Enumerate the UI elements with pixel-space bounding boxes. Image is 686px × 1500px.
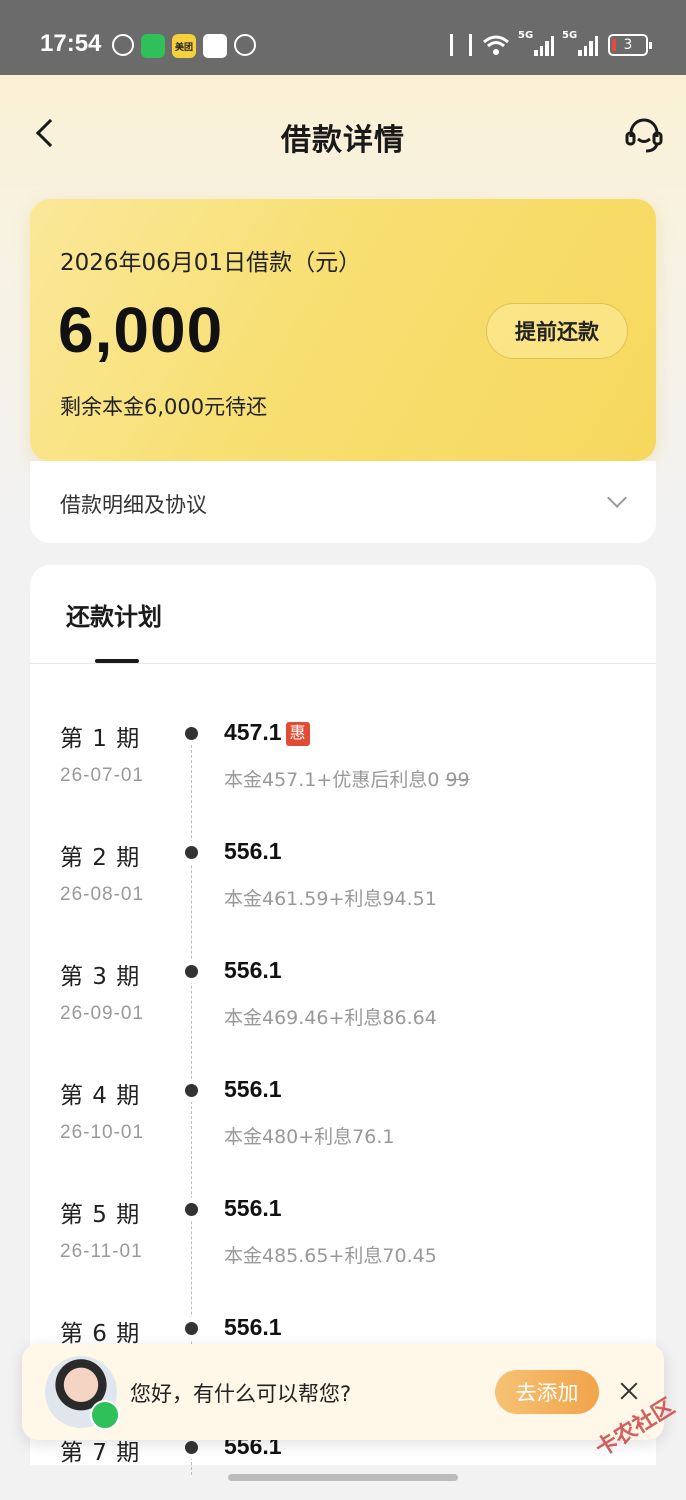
- period-date: 26-11-01: [60, 1241, 143, 1262]
- nav-bar: 借款详情: [0, 75, 686, 195]
- loan-details-label: 借款明细及协议: [60, 493, 207, 517]
- wechat-icon: [90, 1400, 120, 1430]
- loan-date-label: 2026年06月01日借款（元）: [60, 250, 362, 276]
- tab-repayment-plan[interactable]: 还款计划: [66, 597, 162, 632]
- period-amount: 556.1: [224, 838, 282, 864]
- bank-app-icon: [203, 34, 227, 58]
- loan-summary-card: 2026年06月01日借款（元） 6,000 提前还款 剩余本金6,000元待还: [30, 199, 656, 461]
- prepay-button[interactable]: 提前还款: [486, 303, 628, 359]
- add-contact-button[interactable]: 去添加: [495, 1370, 599, 1414]
- period-amount-wrap: 457.1 惠: [224, 719, 310, 746]
- chevron-down-icon: [607, 488, 627, 508]
- period-detail: 本金480+利息76.1: [224, 1126, 395, 1148]
- system-icons: 5G 5G 3: [450, 30, 652, 56]
- period-label: 第 6 期: [60, 1321, 141, 1347]
- loan-amount: 6,000: [58, 294, 224, 366]
- wifi-icon: [483, 35, 509, 55]
- gesture-icon: [234, 34, 256, 56]
- meituan-icon: 美团: [172, 34, 196, 58]
- repayment-period-row[interactable]: 第 1 期 26-07-01 457.1 惠 本金457.1+优惠后利息0 99: [30, 719, 656, 829]
- period-label: 第 4 期: [60, 1083, 141, 1109]
- timeline-dot: [185, 1084, 198, 1097]
- discount-badge: 惠: [285, 722, 310, 746]
- timeline-dot: [185, 1441, 198, 1454]
- period-detail: 本金457.1+优惠后利息0: [224, 769, 440, 791]
- period-date: 26-09-01: [60, 1003, 145, 1024]
- repayment-period-row[interactable]: 第 2 期 26-08-01 556.1 本金461.59+利息94.51: [30, 838, 656, 948]
- period-amount: 556.1: [224, 1195, 282, 1221]
- period-detail: 本金485.65+利息70.45: [224, 1245, 437, 1267]
- period-date: 26-08-01: [60, 884, 145, 905]
- period-label: 第 3 期: [60, 964, 141, 990]
- chat-greeting: 您好，有什么可以帮您?: [130, 1382, 352, 1406]
- period-detail: 本金461.59+利息94.51: [224, 888, 437, 910]
- repayment-period-row[interactable]: 第 5 期 26-11-01 556.1 本金485.65+利息70.45: [30, 1195, 656, 1305]
- period-detail-wrap: 本金457.1+优惠后利息0 99: [224, 765, 470, 792]
- alarm-icon: [112, 34, 134, 56]
- page-title: 借款详情: [281, 123, 405, 158]
- network-type-2: 5G: [562, 30, 578, 41]
- timeline-dot: [185, 727, 198, 740]
- period-date: 26-10-01: [60, 1122, 145, 1143]
- notification-icons: 美团: [112, 34, 256, 58]
- repayment-plan-card: 还款计划 第 1 期 26-07-01 457.1 惠 本金457.1+优惠后利息…: [30, 565, 656, 1475]
- close-icon[interactable]: [620, 1382, 638, 1400]
- signal-icon-1: 5G: [518, 30, 554, 56]
- period-amount: 556.1: [224, 1076, 282, 1102]
- period-amount: 556.1: [224, 1314, 282, 1340]
- wechat-icon: [141, 34, 165, 58]
- battery-level: 3: [623, 37, 633, 53]
- original-interest: 99: [445, 769, 470, 791]
- divider: [30, 663, 656, 664]
- signal-icon-2: 5G: [562, 30, 598, 56]
- home-indicator[interactable]: [228, 1474, 458, 1481]
- period-detail: 本金469.46+利息86.64: [224, 1007, 437, 1029]
- loan-details-agreement-row[interactable]: 借款明细及协议: [30, 461, 656, 543]
- remaining-principal: 剩余本金6,000元待还: [60, 395, 268, 419]
- timeline-dot: [185, 1203, 198, 1216]
- period-date: 26-07-01: [60, 765, 145, 786]
- timeline-dot: [185, 1322, 198, 1335]
- battery-icon: 3: [608, 34, 652, 56]
- service-chat-banner[interactable]: 您好，有什么可以帮您? 去添加: [22, 1344, 664, 1440]
- period-label: 第 2 期: [60, 845, 141, 871]
- period-label: 第 1 期: [60, 726, 141, 752]
- period-amount: 556.1: [224, 957, 282, 983]
- vibrate-icon: [450, 34, 472, 56]
- repayment-period-row[interactable]: 第 7 期 556.1: [30, 1433, 656, 1500]
- repayment-period-row[interactable]: 第 4 期 26-10-01 556.1 本金480+利息76.1: [30, 1076, 656, 1186]
- period-label: 第 5 期: [60, 1202, 141, 1228]
- repayment-period-row[interactable]: 第 3 期 26-09-01 556.1 本金469.46+利息86.64: [30, 957, 656, 1067]
- status-time: 17:54: [40, 30, 102, 57]
- network-type-1: 5G: [518, 30, 534, 41]
- period-amount: 457.1: [224, 719, 282, 745]
- status-bar: 17:54 美团 5G 5G 3: [0, 0, 686, 75]
- customer-service-icon[interactable]: [624, 115, 664, 155]
- timeline-dot: [185, 846, 198, 859]
- timeline-dot: [185, 965, 198, 978]
